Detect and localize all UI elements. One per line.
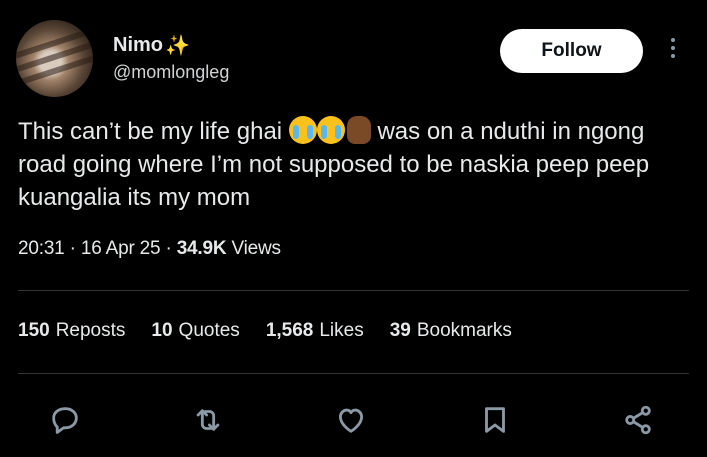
like-icon[interactable] bbox=[331, 400, 371, 440]
bookmark-icon[interactable] bbox=[475, 400, 515, 440]
stat-reposts[interactable]: 150 Reposts bbox=[18, 320, 125, 342]
likes-count: 1,568 bbox=[265, 320, 314, 341]
stat-quotes[interactable]: 10 Quotes bbox=[151, 320, 239, 342]
action-bar bbox=[0, 400, 707, 440]
tweet-text-part1: This can’t be my life ghai bbox=[18, 118, 289, 145]
more-vertical-icon[interactable] bbox=[666, 38, 680, 66]
tweet-text: This can’t be my life ghai was on a ndut… bbox=[18, 115, 698, 214]
bookmarks-count: 39 bbox=[389, 320, 411, 341]
likes-label: Likes bbox=[319, 320, 364, 341]
tweet-time[interactable]: 20:31 bbox=[18, 238, 65, 259]
views-label: Views bbox=[231, 238, 281, 259]
raised-hand-icon bbox=[346, 116, 371, 144]
loudly-crying-face-icon bbox=[288, 116, 317, 144]
stat-bookmarks[interactable]: 39 Bookmarks bbox=[390, 320, 512, 342]
divider bbox=[18, 290, 689, 291]
repost-icon[interactable] bbox=[188, 400, 228, 440]
quotes-label: Quotes bbox=[178, 320, 240, 341]
quotes-count: 10 bbox=[151, 320, 173, 341]
author-handle[interactable]: @momlongleg bbox=[113, 62, 229, 83]
loudly-crying-face-icon bbox=[316, 116, 345, 144]
reposts-label: Reposts bbox=[55, 320, 126, 341]
views-count: 34.9K bbox=[176, 238, 227, 259]
share-icon[interactable] bbox=[618, 400, 658, 440]
reposts-count: 150 bbox=[18, 320, 50, 341]
follow-button[interactable]: Follow bbox=[500, 29, 643, 73]
tweet-meta: 20:31 · 16 Apr 25 · 34.9K Views bbox=[18, 238, 281, 259]
stat-likes[interactable]: 1,568 Likes bbox=[266, 320, 364, 342]
author-name[interactable]: Nimo ✨ bbox=[113, 34, 190, 57]
reply-icon[interactable] bbox=[45, 400, 85, 440]
author-name-text[interactable]: Nimo bbox=[113, 34, 163, 57]
engagement-stats: 150 Reposts 10 Quotes 1,568 Likes 39 Bookmar… bbox=[18, 320, 512, 342]
bookmarks-label: Bookmarks bbox=[416, 320, 512, 341]
tweet-date[interactable]: 16 Apr 25 bbox=[81, 238, 161, 259]
divider bbox=[18, 373, 689, 374]
avatar[interactable] bbox=[16, 20, 93, 97]
sparkles-emoji-icon: ✨ bbox=[165, 34, 190, 57]
